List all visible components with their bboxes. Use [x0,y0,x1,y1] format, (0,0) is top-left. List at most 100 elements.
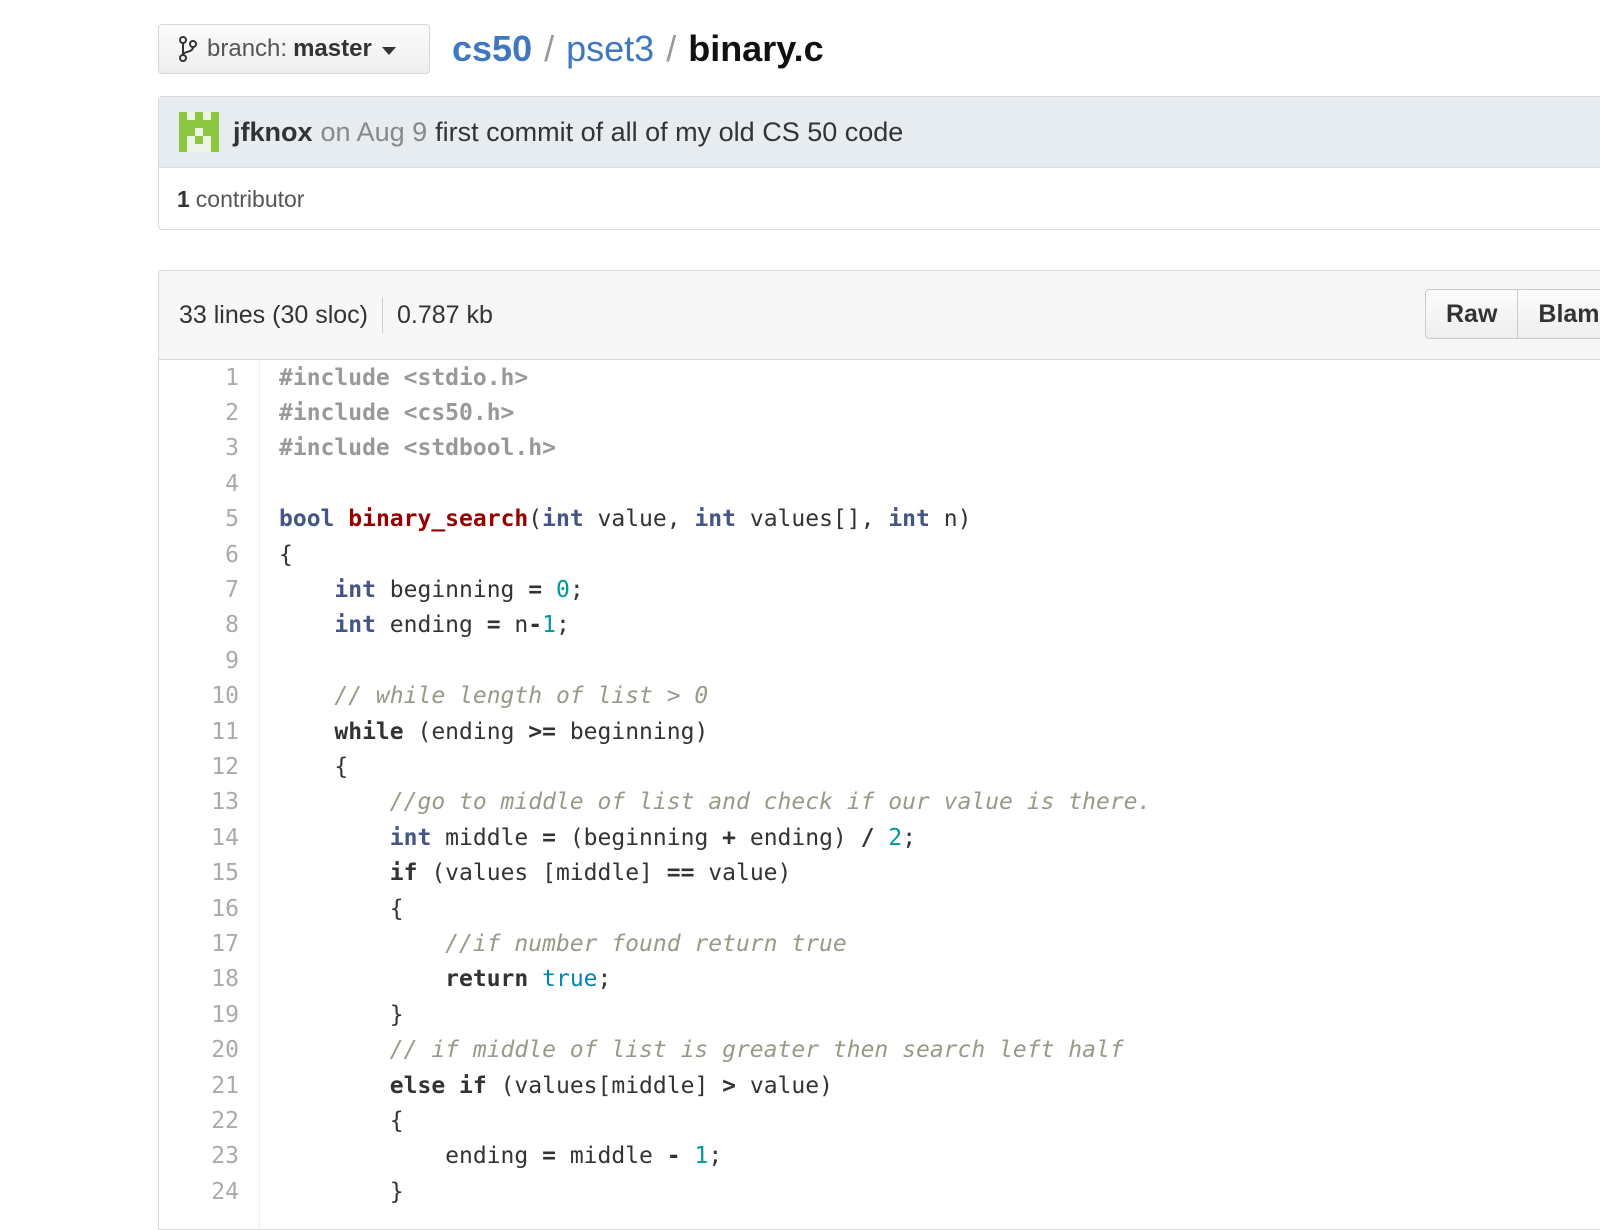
code-token: true [542,966,598,993]
raw-button[interactable]: Raw [1425,289,1519,339]
code-token: middle [431,824,543,851]
line-number[interactable]: 4 [159,471,239,497]
line-number[interactable]: 23 [159,1143,239,1169]
line-number[interactable]: 3 [159,435,239,461]
code-token: binary_search [348,506,529,533]
contributors-row[interactable]: 1 contributor [159,168,1600,230]
commit-author-link[interactable]: jfknox [233,117,313,148]
blame-button[interactable]: Blame [1518,289,1600,339]
code-line: 8 int ending = n-1; [159,608,1600,643]
code-line: 7 int beginning = 0; [159,572,1600,607]
code-token: { [279,541,293,568]
code-token: ending [279,1143,543,1170]
line-number[interactable]: 15 [159,860,239,886]
commit-message-link[interactable]: first commit of all of my old CS 50 code [435,117,903,148]
line-number[interactable]: 1 [159,365,239,391]
code-line: 12 { [159,749,1600,784]
code-token: (beginning [555,824,723,851]
code-token: == [666,860,695,887]
line-number[interactable]: 24 [159,1179,239,1205]
line-number[interactable]: 8 [159,612,239,638]
file-info-divider [381,297,383,333]
code-token: bool [279,506,335,533]
code-token: //go to middle of list and check if our … [389,789,1152,816]
code-line: 15 if (values [middle] == value) [159,855,1600,890]
avatar[interactable] [179,112,219,152]
line-number[interactable]: 17 [159,931,239,957]
code-token: { [279,753,349,780]
line-number[interactable]: 12 [159,754,239,780]
file-size: 0.787 kb [396,300,493,329]
code-content: int beginning = 0; [279,577,584,604]
code-token: } [279,1001,404,1028]
line-number[interactable]: 16 [159,896,239,922]
code-token: beginning) [555,718,709,745]
code-token: 0 [555,577,570,604]
code-content: { [279,1108,404,1134]
code-line: 6{ [159,537,1600,572]
code-token: values[], [736,506,889,533]
code-token: ; [708,1143,723,1170]
code-content: else if (values[middle] > value) [279,1073,833,1099]
code-lines: 1 #include <stdio.h> 2 #include <cs50.h> 3 #i… [159,360,1600,1209]
code-token: value) [736,1072,833,1099]
code-token: ; [569,577,584,604]
code-token: 1 [694,1143,709,1170]
line-number[interactable]: 13 [159,789,239,815]
line-number[interactable]: 21 [159,1073,239,1099]
code-token: = [542,1143,556,1170]
chevron-down-icon [381,47,396,55]
code-token: while [334,718,404,745]
line-number[interactable]: 11 [159,719,239,745]
code-token: > [722,1072,736,1099]
breadcrumb-repo-link[interactable]: cs50 [452,28,532,70]
breadcrumb: cs50 / pset3 / binary.c [452,24,824,74]
code-content: return true; [279,966,611,992]
code-token: int [389,824,432,851]
line-number[interactable]: 5 [159,506,239,532]
branch-selector-button[interactable]: branch: master [158,24,430,74]
code-line: 4 [159,466,1600,501]
line-number[interactable]: 2 [159,400,239,426]
file-actions: Raw Blame [1425,289,1600,339]
code-token: int [888,506,930,533]
line-number[interactable]: 22 [159,1108,239,1134]
code-token: value, [583,506,695,533]
code-content: if (values [middle] == value) [279,860,792,887]
code-token: 1 [542,612,556,639]
code-content: int ending = n-1; [279,612,569,639]
code-token: value) [694,860,792,887]
line-number[interactable]: 20 [159,1037,239,1063]
branch-label: branch: [207,35,288,62]
code-token: #include <stdio.h> [279,364,529,391]
line-number[interactable]: 18 [159,966,239,992]
line-number[interactable]: 19 [159,1002,239,1028]
code-content: #include <stdio.h> [279,365,528,391]
line-number[interactable]: 14 [159,825,239,851]
code-token: // if middle of list is greater then sea… [389,1037,1124,1064]
code-line: 19 } [159,997,1600,1032]
code-content: bool binary_search( int value, int values… [279,506,971,532]
code-token: int [334,612,376,639]
code-token: if [389,860,418,887]
code-token: } [279,1178,404,1205]
line-number[interactable]: 10 [159,683,239,709]
breadcrumb-folder-link[interactable]: pset3 [566,28,654,70]
line-number[interactable]: 9 [159,648,239,674]
code-token: ( [528,506,543,533]
code-content: #include <cs50.h> [279,400,514,426]
line-number[interactable]: 6 [159,542,239,568]
code-content: #include <stdbool.h> [279,435,556,461]
gutter-divider [259,360,260,1229]
code-token: int [694,506,736,533]
breadcrumb-separator: / [666,28,677,69]
line-number[interactable]: 7 [159,577,239,603]
code-content: ending = middle - 1; [279,1143,722,1169]
